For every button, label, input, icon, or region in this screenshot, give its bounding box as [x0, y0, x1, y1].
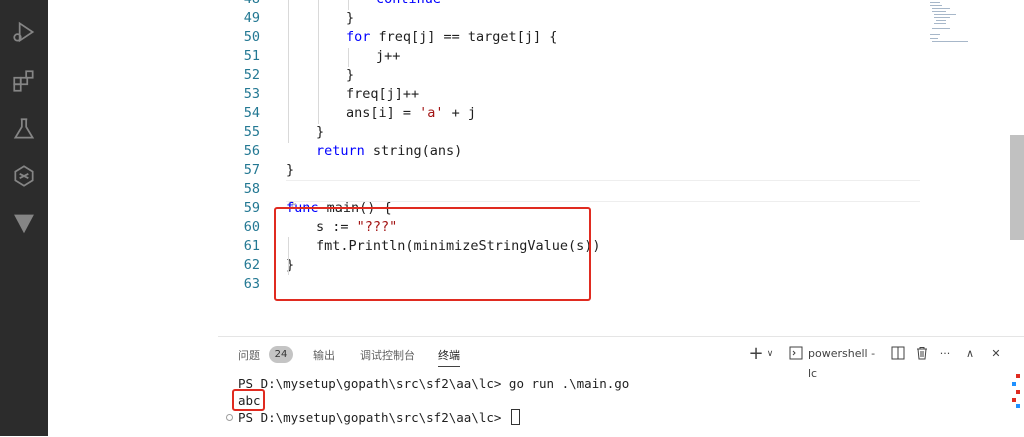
code-line[interactable]: 50 for freq[j] == target[j] { [218, 28, 1008, 47]
code-token: return [316, 143, 365, 159]
terminal-prompt-text: PS D:\mysetup\gopath\src\sf2\aa\lc> [238, 410, 509, 425]
indent-guide [348, 0, 349, 10]
minimap[interactable] [926, 0, 1006, 50]
indent-guide [318, 0, 319, 124]
tab-terminal[interactable]: 终端 [438, 348, 460, 367]
terminal-cursor [510, 409, 520, 425]
indent-guide [348, 48, 349, 67]
overview-ruler-marks [1012, 372, 1024, 412]
more-actions-icon[interactable]: ··· [936, 344, 954, 364]
code-line[interactable]: 54 ans[i] = 'a' + j [218, 104, 1008, 123]
add-terminal-icon[interactable]: + [748, 344, 764, 364]
code-editor[interactable]: ⟳ ⌄ 48continue49}50for freq[j] == target… [218, 0, 1024, 336]
explorer-gap [48, 0, 218, 436]
code-token: for [346, 29, 371, 45]
triangle-filter-icon[interactable] [10, 209, 38, 237]
line-number: 63 [243, 276, 260, 292]
code-token: } [346, 10, 355, 26]
line-number: 49 [243, 10, 260, 26]
extensions-icon[interactable] [10, 67, 38, 95]
code-token: continue [376, 0, 441, 7]
line-number: 51 [243, 48, 260, 64]
code-text: freq[j]++ [346, 85, 419, 104]
code-token: j++ [376, 48, 401, 64]
line-number: 58 [243, 181, 260, 197]
testing-icon[interactable] [10, 115, 38, 143]
code-text: } [346, 66, 354, 85]
code-line[interactable]: 49} [218, 9, 1008, 28]
code-token: ans[i] = [346, 105, 420, 121]
bottom-panel: 问题 24 输出 调试控制台 终端 + ∨ powershell - lc ··… [218, 336, 1024, 437]
tab-debug-console[interactable]: 调试控制台 [360, 348, 415, 364]
code-line[interactable]: 51 j++ [218, 47, 1008, 66]
code-token: freq[j] == target[j] { [370, 29, 558, 45]
terminal-prompt[interactable]: PS D:\mysetup\gopath\src\sf2\aa\lc> [238, 409, 520, 426]
line-number: 62 [243, 257, 260, 273]
line-number: 55 [243, 124, 260, 140]
run-debug-icon[interactable] [10, 18, 38, 46]
code-text: return string(ans) [316, 142, 462, 161]
main-func-highlight [274, 207, 591, 301]
maximize-panel-icon[interactable]: ∧ [962, 344, 978, 364]
code-token: string(ans) [364, 143, 463, 159]
editor-scrollbar[interactable] [1010, 0, 1024, 336]
code-text: continue [376, 0, 441, 9]
line-number: 61 [243, 238, 260, 254]
code-text: } [286, 161, 294, 180]
line-number: 57 [243, 162, 260, 178]
scroll-thumb[interactable] [1010, 135, 1024, 240]
terminal-icon [788, 344, 804, 364]
code-text: } [316, 123, 324, 142]
terminal-name[interactable]: powershell - lc [808, 344, 886, 380]
code-line[interactable]: 53 freq[j]++ [218, 85, 1008, 104]
tab-output[interactable]: 输出 [313, 348, 335, 364]
close-panel-icon[interactable]: ✕ [988, 344, 1004, 364]
code-token: freq[j]++ [346, 86, 420, 102]
code-line[interactable]: 57} [218, 161, 1008, 180]
line-number: 50 [243, 29, 260, 45]
remote-icon[interactable] [10, 162, 38, 190]
chevron-down-icon[interactable]: ∨ [764, 344, 776, 364]
code-line[interactable]: 56 return string(ans) [218, 142, 1008, 161]
line-number: 56 [243, 143, 260, 159]
panel-actions: + ∨ powershell - lc ··· ∧ ✕ [748, 344, 1024, 381]
code-token: } [286, 162, 295, 178]
code-token: 'a' [419, 105, 444, 121]
activity-bar [0, 0, 48, 436]
code-token: + j [443, 105, 477, 121]
code-text: } [346, 9, 354, 28]
problems-count-badge: 24 [269, 346, 293, 363]
tab-problems[interactable]: 问题 [238, 348, 260, 364]
line-number: 48 [218, 0, 260, 9]
output-highlight [232, 389, 265, 411]
line-number: 54 [243, 105, 260, 121]
line-number: 60 [243, 219, 260, 235]
indent-guide [288, 0, 289, 143]
code-token: } [346, 67, 355, 83]
line-number: 53 [243, 86, 260, 102]
terminal-line-command: PS D:\mysetup\gopath\src\sf2\aa\lc> go r… [238, 376, 630, 391]
code-text: for freq[j] == target[j] { [346, 28, 557, 47]
code-line[interactable]: 58 [218, 180, 1008, 199]
code-line[interactable]: 55} [218, 123, 1008, 142]
code-token: } [316, 124, 325, 140]
trash-icon[interactable] [914, 344, 930, 364]
code-text: ans[i] = 'a' + j [346, 104, 476, 123]
code-line[interactable]: 48 continue [218, 0, 1008, 9]
code-text: j++ [376, 47, 400, 66]
line-number: 59 [243, 200, 260, 216]
code-line[interactable]: 52} [218, 66, 1008, 85]
line-number: 52 [243, 67, 260, 83]
panel-tab-bar: 问题 24 输出 调试控制台 终端 + ∨ powershell - lc ··… [218, 337, 1024, 381]
split-terminal-icon[interactable] [890, 344, 906, 364]
terminal-decoration [226, 414, 233, 421]
